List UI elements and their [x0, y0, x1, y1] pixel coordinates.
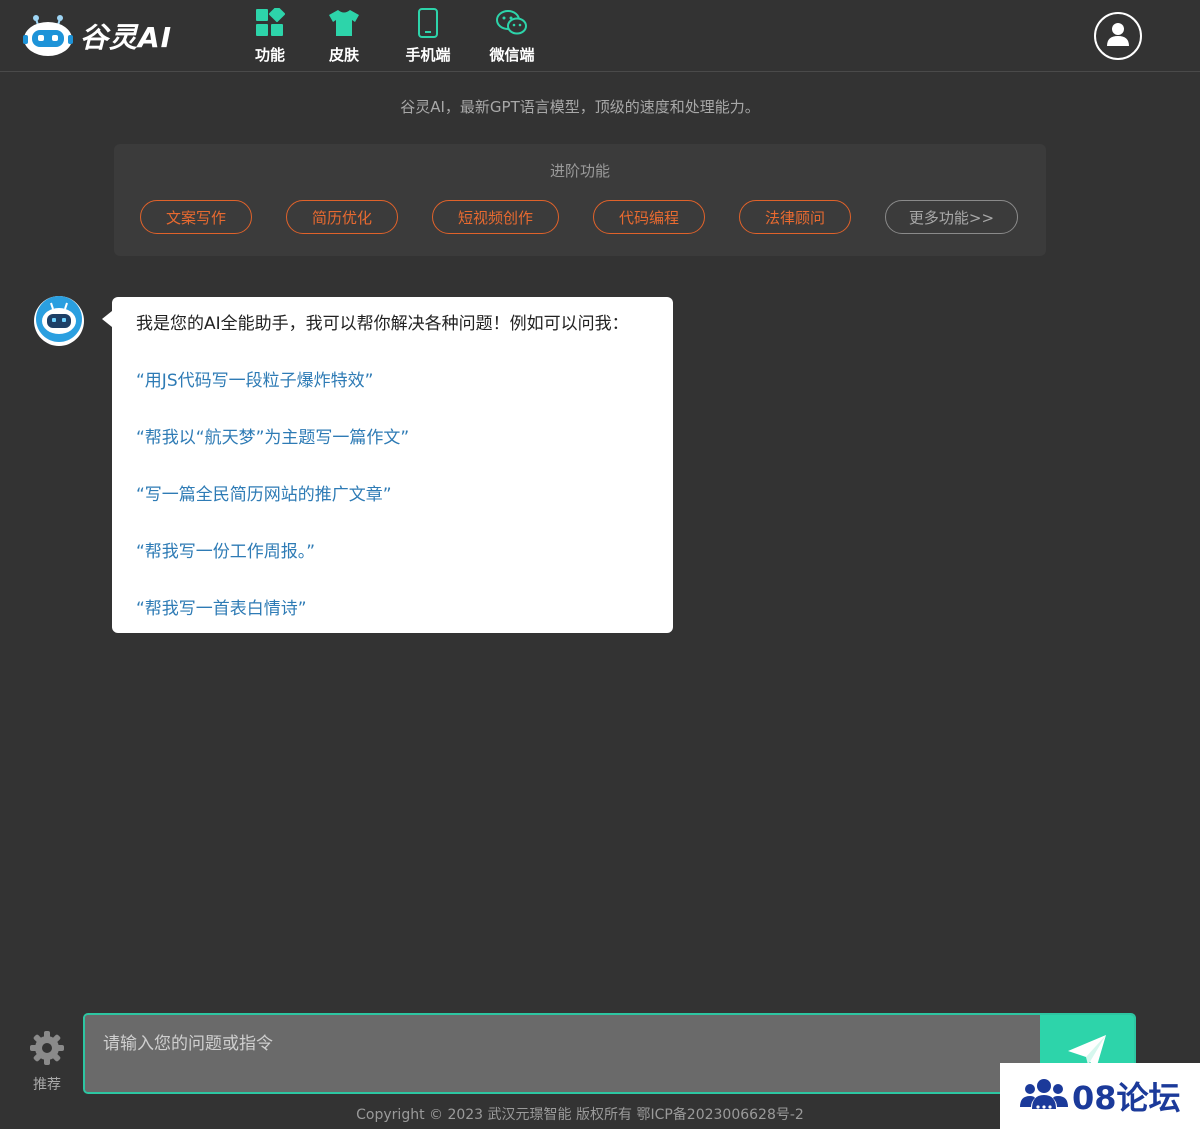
gear-icon [29, 1030, 65, 1070]
robot-avatar-icon [35, 295, 83, 347]
recommend-label: 推荐 [33, 1077, 61, 1093]
robot-logo-icon [22, 13, 74, 59]
message-input-box [83, 1013, 1136, 1094]
advanced-features-panel: 进阶功能 文案写作 简历优化 短视频创作 代码编程 法律顾问 更多功能>> [114, 144, 1046, 256]
bot-avatar [34, 296, 84, 346]
forum-watermark: 08论坛 [1000, 1063, 1200, 1129]
feature-button-coding[interactable]: 代码编程 [593, 200, 705, 234]
tshirt-icon [327, 6, 361, 40]
user-account-button[interactable] [1094, 12, 1142, 60]
recommend-settings-button[interactable]: 推荐 [24, 1030, 70, 1093]
top-header: 谷灵AI 功能 皮肤 手机端 微信端 [0, 0, 1200, 72]
suggestion-item[interactable]: “帮我以“航天梦”为主题写一篇作文” [136, 425, 649, 451]
nav-label: 皮肤 [328, 46, 359, 64]
wechat-icon [495, 6, 529, 40]
suggestion-item[interactable]: “帮我写一首表白情诗” [136, 596, 649, 622]
feature-button-legal[interactable]: 法律顾问 [739, 200, 851, 234]
tagline: 谷灵AI，最新GPT语言模型，顶级的速度和处理能力。 [400, 98, 760, 116]
brand-logo[interactable]: 谷灵AI [22, 12, 172, 60]
nav-item-features[interactable]: 功能 [232, 6, 308, 66]
nav-label: 手机端 [405, 46, 451, 64]
users-group-icon [1020, 1077, 1068, 1115]
suggestion-item[interactable]: “用JS代码写一段粒子爆炸特效” [136, 368, 649, 394]
watermark-text: 08论坛 [1072, 1079, 1181, 1117]
nav-label: 功能 [254, 46, 285, 64]
nav-label: 微信端 [489, 46, 535, 64]
main-nav: 功能 皮肤 手机端 微信端 [232, 6, 554, 66]
nav-item-wechat[interactable]: 微信端 [470, 6, 554, 66]
copyright-text: Copyright © 2023 武汉元璟智能 版权所有 鄂ICP备202300… [356, 1107, 804, 1123]
advanced-features-title: 进阶功能 [549, 162, 610, 180]
grid-icon [253, 6, 287, 40]
bot-intro-text: 我是您的AI全能助手，我可以帮你解决各种问题！例如可以问我： [136, 314, 629, 334]
suggestion-item[interactable]: “帮我写一份工作周报。” [136, 539, 649, 565]
phone-icon [411, 6, 445, 40]
message-input[interactable] [85, 1015, 1040, 1092]
nav-item-mobile[interactable]: 手机端 [386, 6, 470, 66]
bot-message-bubble: 我是您的AI全能助手，我可以帮你解决各种问题！例如可以问我： “用JS代码写一段… [102, 297, 673, 633]
user-icon [1105, 21, 1131, 51]
feature-button-copywriting[interactable]: 文案写作 [140, 200, 252, 234]
feature-button-short-video[interactable]: 短视频创作 [432, 200, 559, 234]
nav-item-skins[interactable]: 皮肤 [308, 6, 380, 66]
suggestion-item[interactable]: “写一篇全民简历网站的推广文章” [136, 482, 649, 508]
brand-name: 谷灵AI [80, 21, 173, 54]
more-features-button[interactable]: 更多功能>> [885, 200, 1018, 234]
feature-button-resume[interactable]: 简历优化 [286, 200, 398, 234]
